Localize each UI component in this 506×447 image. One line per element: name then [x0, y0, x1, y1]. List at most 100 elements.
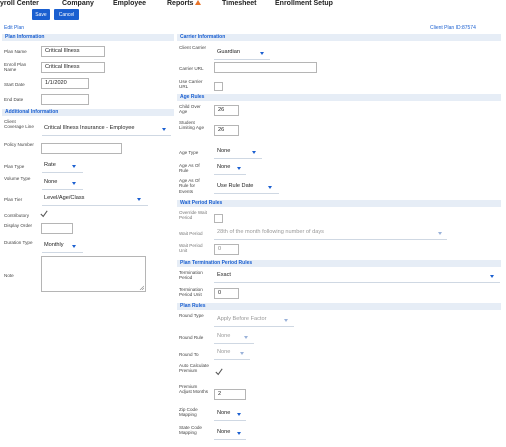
plan-name-input[interactable]: Critical Illness	[41, 46, 105, 57]
wait-period-rules-header: Wait Period Rules	[177, 200, 501, 207]
chevron-down-icon[interactable]	[137, 198, 141, 201]
chevron-down-icon[interactable]	[438, 232, 442, 235]
age-as-of-rule-events-select[interactable]: Use Rule Date	[217, 183, 253, 190]
round-rule-label: Round Rule	[179, 335, 204, 340]
policy-number-input[interactable]	[41, 143, 122, 154]
select-underline	[214, 326, 294, 327]
nav-employee[interactable]: Employee	[113, 0, 146, 7]
zip-code-mapping-select[interactable]: None	[217, 410, 230, 417]
chevron-down-icon[interactable]	[237, 413, 241, 416]
round-rule-select[interactable]: None	[217, 333, 230, 340]
cancel-button[interactable]: Cancel	[54, 9, 79, 20]
warning-icon	[195, 0, 202, 5]
chevron-down-icon[interactable]	[72, 165, 76, 168]
use-carrier-url-checkbox[interactable]	[214, 82, 223, 91]
age-as-of-rule-select[interactable]: None	[217, 164, 230, 171]
premium-adjust-months-label: Premium Adjust Months	[179, 384, 209, 395]
note-textarea[interactable]	[41, 256, 146, 292]
plan-type-label: Plan Type	[4, 164, 25, 169]
plan-type-select[interactable]: Rate	[44, 162, 56, 169]
premium-adjust-months-input[interactable]: 2	[214, 389, 246, 400]
plan-tier-select[interactable]: Level/Age/Class	[44, 195, 84, 202]
chevron-down-icon[interactable]	[284, 319, 288, 322]
carrier-url-input[interactable]	[214, 62, 317, 73]
override-wait-period-checkbox[interactable]	[214, 214, 223, 223]
termination-period-unit-label: Termination Period Unit	[179, 287, 203, 298]
select-underline	[214, 59, 270, 60]
display-order-label: Display Order	[4, 223, 33, 228]
display-order-input[interactable]	[41, 223, 73, 234]
resize-handle-icon[interactable]	[139, 285, 144, 290]
top-nav: yroll Center Company Employee Reports Ti…	[0, 0, 506, 8]
termination-period-label: Termination Period	[179, 270, 203, 281]
select-underline	[42, 172, 83, 173]
plan-tier-label: Plan Tier	[4, 197, 23, 202]
client-carrier-select[interactable]: Guardian	[217, 49, 240, 56]
duration-type-select[interactable]: Monthly	[44, 242, 64, 249]
enroll-plan-name-label: Enroll Plan Name	[4, 62, 27, 73]
chevron-down-icon[interactable]	[72, 182, 76, 185]
auto-calculate-premium-label: Auto Calculate Premium	[179, 363, 209, 374]
age-rules-header: Age Rules	[177, 94, 501, 101]
carrier-information-header: Carrier Information	[177, 34, 501, 41]
chevron-down-icon[interactable]	[237, 167, 241, 170]
nav-enrollment-setup[interactable]: Enrollment Setup	[275, 0, 333, 7]
client-coverage-line-select[interactable]: Critical Illness Insurance - Employee	[44, 125, 134, 132]
nav-timesheet[interactable]: Timesheet	[222, 0, 257, 7]
chevron-down-icon[interactable]	[244, 336, 248, 339]
nav-payroll-center[interactable]: yroll Center	[0, 0, 39, 7]
select-underline	[214, 158, 262, 159]
round-to-select[interactable]: None	[217, 349, 230, 356]
select-underline	[214, 174, 246, 175]
plan-rules-header: Plan Rules	[177, 303, 501, 310]
enroll-plan-name-input[interactable]: Critical Illness	[41, 62, 105, 73]
start-date-input[interactable]: 1/1/2020	[41, 78, 89, 89]
chevron-down-icon[interactable]	[252, 151, 256, 154]
termination-period-select[interactable]: Exact	[217, 272, 231, 279]
nav-company[interactable]: Company	[62, 0, 94, 7]
termination-period-unit-input[interactable]: 0	[214, 288, 239, 299]
select-underline	[214, 193, 279, 194]
age-type-select[interactable]: None	[217, 148, 230, 155]
end-date-input[interactable]	[41, 94, 89, 105]
age-type-label: Age Type	[179, 150, 199, 155]
client-coverage-line-label: Client Coverage Line	[4, 119, 34, 130]
chevron-down-icon[interactable]	[162, 128, 166, 131]
duration-type-label: Duration Type	[4, 240, 33, 245]
wait-period-unit-input[interactable]: 0	[214, 244, 239, 255]
chevron-down-icon[interactable]	[72, 245, 76, 248]
contributory-label: Contributory	[4, 213, 30, 218]
override-wait-period-label: Override Wait Period	[179, 210, 207, 221]
select-underline	[214, 239, 447, 240]
zip-code-mapping-label: Zip Code Mapping	[179, 407, 198, 418]
wait-period-select[interactable]: 28th of the month following number of da…	[217, 229, 324, 236]
plan-information-header: Plan Information	[2, 34, 174, 41]
additional-information-header: Additional Information	[2, 109, 174, 116]
start-date-label: Start Date	[4, 82, 25, 87]
carrier-url-label: Carrier URL	[179, 66, 204, 71]
chevron-down-icon[interactable]	[490, 275, 494, 278]
select-underline	[42, 135, 171, 136]
state-code-mapping-select[interactable]: None	[217, 429, 230, 436]
select-underline	[214, 359, 250, 360]
nav-reports-label: Reports	[167, 0, 194, 7]
wait-period-label: Wait Period	[179, 231, 203, 236]
contributory-checkbox[interactable]	[40, 210, 48, 218]
plan-termination-rules-header: Plan Termination Period Rules	[177, 260, 501, 267]
volume-type-select[interactable]: None	[44, 179, 57, 186]
child-over-age-input[interactable]: 26	[214, 105, 239, 116]
round-type-select[interactable]: Apply Before Factor	[217, 316, 266, 323]
page-title: Edit Plan	[4, 25, 25, 31]
nav-reports[interactable]: Reports	[167, 0, 202, 7]
end-date-label: End Date	[4, 97, 24, 102]
auto-calculate-premium-checkbox[interactable]	[215, 368, 223, 376]
student-limiting-age-input[interactable]: 26	[214, 125, 239, 136]
select-underline	[214, 420, 246, 421]
chevron-down-icon[interactable]	[268, 186, 272, 189]
save-button[interactable]: Save	[32, 9, 50, 20]
chevron-down-icon[interactable]	[260, 52, 264, 55]
age-as-of-rule-label: Age As Of Rule	[179, 163, 200, 174]
chevron-down-icon[interactable]	[237, 432, 241, 435]
select-underline	[42, 252, 83, 253]
chevron-down-icon[interactable]	[240, 352, 244, 355]
